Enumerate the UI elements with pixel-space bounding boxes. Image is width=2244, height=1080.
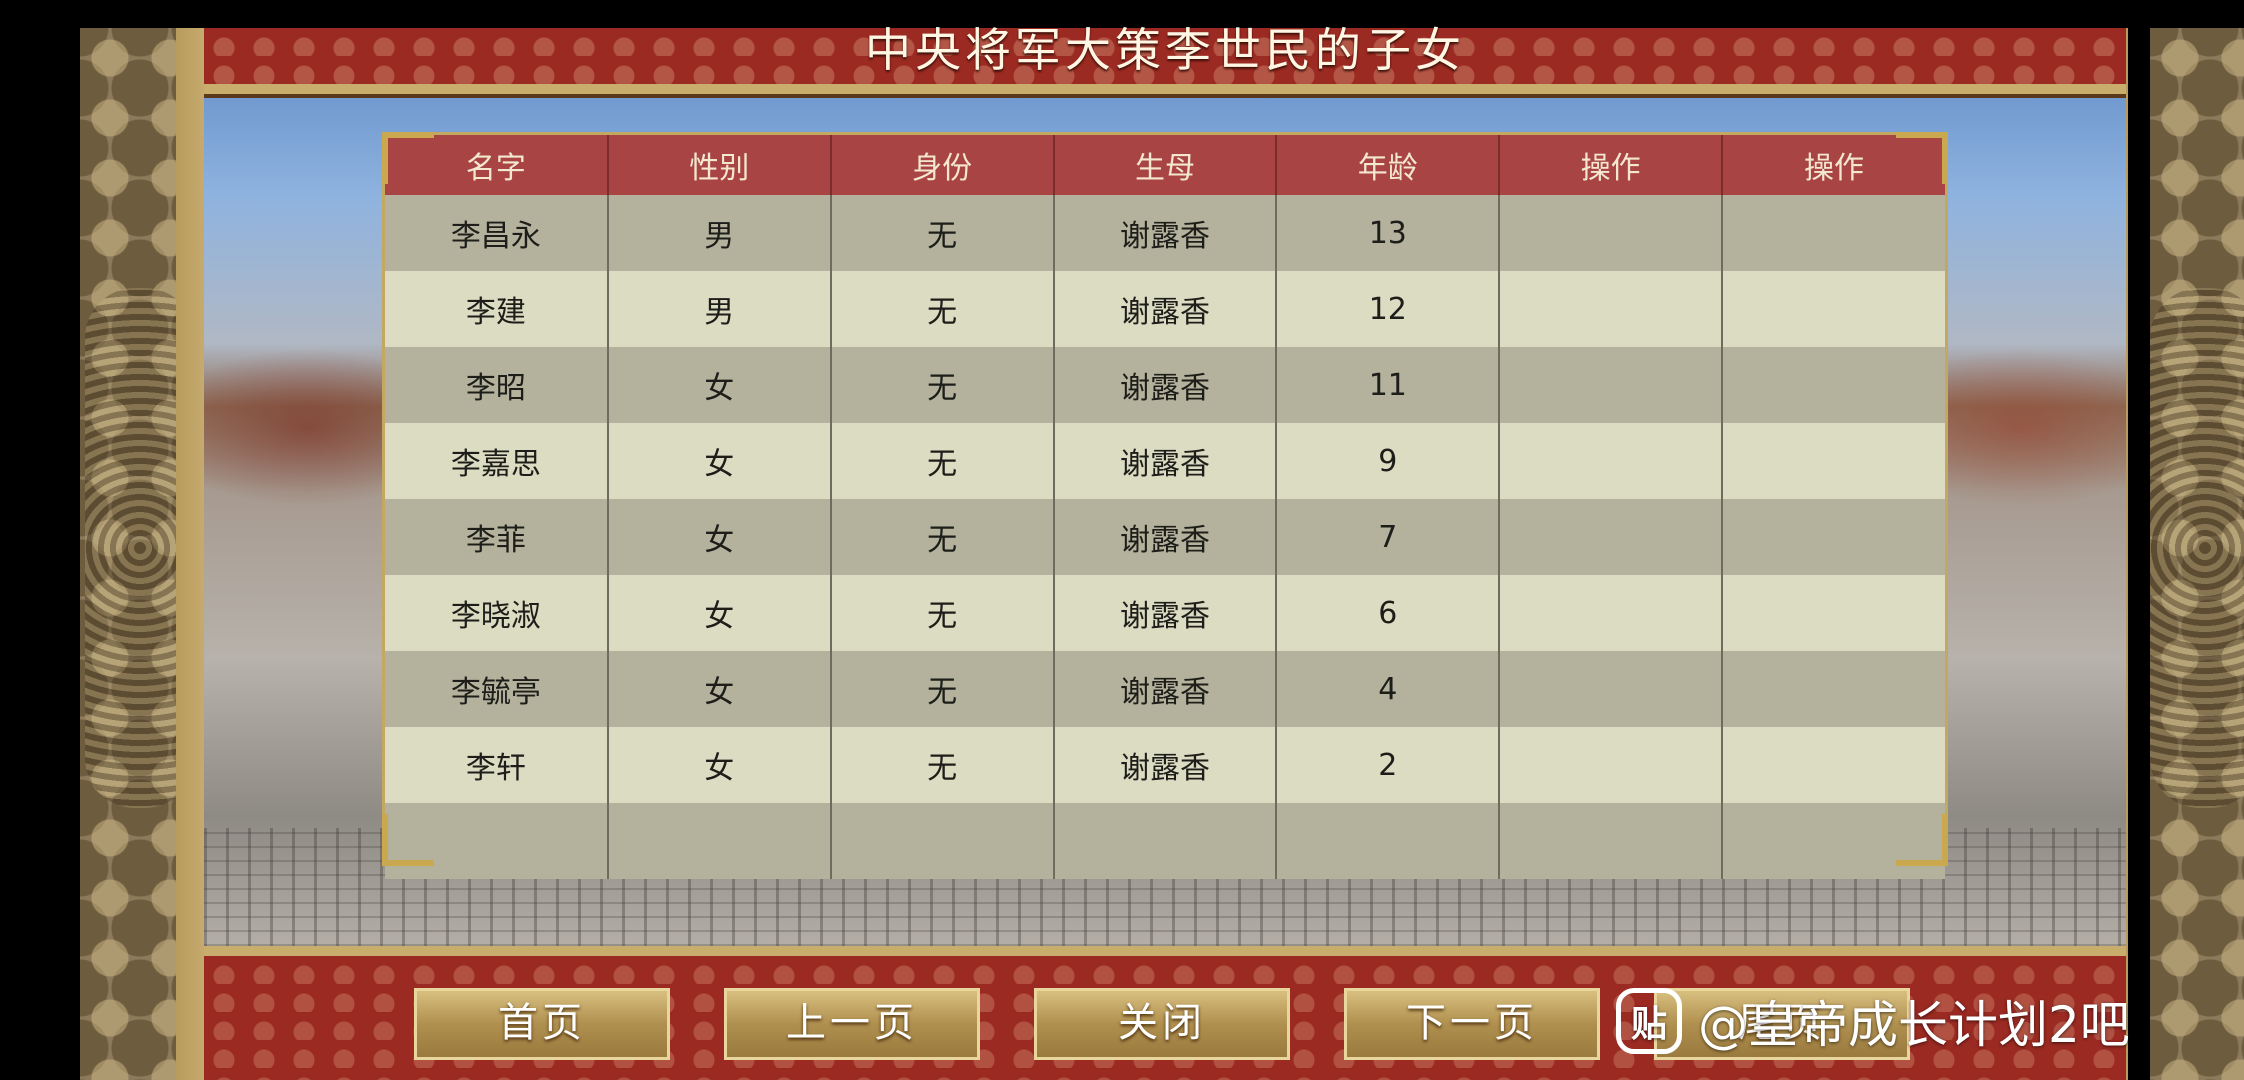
cell-action-1[interactable] xyxy=(1499,195,1724,271)
cell-empty xyxy=(1499,803,1724,879)
cell-empty xyxy=(830,803,1055,879)
page-title: 中央将军大策李世民的子女 xyxy=(865,23,1465,77)
cell-gender: 女 xyxy=(607,651,832,727)
cell-status: 无 xyxy=(830,575,1055,651)
cell-action-1[interactable] xyxy=(1499,651,1724,727)
cell-age: 4 xyxy=(1276,651,1501,727)
cell-age: 6 xyxy=(1276,575,1501,651)
dragon-ornament-icon xyxy=(2150,288,2244,808)
cell-gender: 女 xyxy=(607,727,832,803)
cell-action-1[interactable] xyxy=(1499,271,1724,347)
cell-age: 12 xyxy=(1276,271,1501,347)
cell-name: 李轩 xyxy=(385,727,609,803)
cell-mother: 谢露香 xyxy=(1053,195,1278,271)
column-header-status: 身份 xyxy=(830,135,1055,195)
cell-action-2[interactable] xyxy=(1722,499,1945,575)
cell-action-2[interactable] xyxy=(1722,347,1945,423)
cell-action-2[interactable] xyxy=(1722,727,1945,803)
cell-mother: 谢露香 xyxy=(1053,499,1278,575)
cell-gender: 男 xyxy=(607,271,832,347)
cell-empty xyxy=(607,803,832,879)
cell-name: 李毓亭 xyxy=(385,651,609,727)
corner-ornament-icon xyxy=(1896,814,1948,866)
cell-name: 李嘉思 xyxy=(385,423,609,499)
cell-gender: 女 xyxy=(607,423,832,499)
prev-page-button[interactable]: 上一页 xyxy=(724,988,980,1060)
forum-watermark: 贴 @皇帝成长计划2吧 xyxy=(1616,984,2130,1058)
cell-gender: 女 xyxy=(607,575,832,651)
cell-gender: 女 xyxy=(607,499,832,575)
cell-action-1[interactable] xyxy=(1499,423,1724,499)
cell-status: 无 xyxy=(830,499,1055,575)
cell-name: 李昭 xyxy=(385,347,609,423)
cell-mother: 谢露香 xyxy=(1053,575,1278,651)
column-header-gender: 性别 xyxy=(607,135,832,195)
first-page-button[interactable]: 首页 xyxy=(414,988,670,1060)
column-header-action-1: 操作 xyxy=(1499,135,1724,195)
close-button[interactable]: 关闭 xyxy=(1034,988,1290,1060)
table-row[interactable]: 李毓亭 女 无 谢露香 4 xyxy=(385,651,1945,727)
table-row[interactable]: 李昌永 男 无 谢露香 13 xyxy=(385,195,1945,271)
corner-ornament-icon xyxy=(1896,132,1948,184)
cell-name: 李建 xyxy=(385,271,609,347)
cell-empty xyxy=(1276,803,1501,879)
next-page-button[interactable]: 下一页 xyxy=(1344,988,1600,1060)
column-header-mother: 生母 xyxy=(1053,135,1278,195)
cell-age: 7 xyxy=(1276,499,1501,575)
table-header-row: 名字 性别 身份 生母 年龄 操作 操作 xyxy=(385,135,1945,195)
table-row[interactable]: 李昭 女 无 谢露香 11 xyxy=(385,347,1945,423)
table-row[interactable]: 李晓淑 女 无 谢露香 6 xyxy=(385,575,1945,651)
table-row[interactable]: 李建 男 无 谢露香 12 xyxy=(385,271,1945,347)
cell-mother: 谢露香 xyxy=(1053,651,1278,727)
cell-name: 李晓淑 xyxy=(385,575,609,651)
children-table: 名字 性别 身份 生母 年龄 操作 操作 李昌永 男 无 谢露香 13 李建 男 xyxy=(385,135,1945,879)
right-decorative-panel xyxy=(2150,28,2244,1080)
cell-age: 9 xyxy=(1276,423,1501,499)
cell-action-1[interactable] xyxy=(1499,347,1724,423)
cell-action-2[interactable] xyxy=(1722,271,1945,347)
cell-action-1[interactable] xyxy=(1499,727,1724,803)
cell-action-1[interactable] xyxy=(1499,575,1724,651)
corner-ornament-icon xyxy=(382,814,434,866)
cell-mother: 谢露香 xyxy=(1053,727,1278,803)
cell-action-2[interactable] xyxy=(1722,195,1945,271)
cell-action-2[interactable] xyxy=(1722,423,1945,499)
table-row[interactable]: 李嘉思 女 无 谢露香 9 xyxy=(385,423,1945,499)
cell-status: 无 xyxy=(830,423,1055,499)
cell-mother: 谢露香 xyxy=(1053,347,1278,423)
cell-name: 李昌永 xyxy=(385,195,609,271)
cell-status: 无 xyxy=(830,347,1055,423)
cell-status: 无 xyxy=(830,727,1055,803)
cell-age: 13 xyxy=(1276,195,1501,271)
cell-action-2[interactable] xyxy=(1722,651,1945,727)
tieba-logo-icon: 贴 xyxy=(1616,988,1682,1054)
cell-status: 无 xyxy=(830,195,1055,271)
cell-empty xyxy=(1053,803,1278,879)
cell-age: 11 xyxy=(1276,347,1501,423)
cell-action-1[interactable] xyxy=(1499,499,1724,575)
cell-gender: 男 xyxy=(607,195,832,271)
table-row[interactable]: 李轩 女 无 谢露香 2 xyxy=(385,727,1945,803)
table-row[interactable]: 李菲 女 无 谢露香 7 xyxy=(385,499,1945,575)
children-table-panel: 名字 性别 身份 生母 年龄 操作 操作 李昌永 男 无 谢露香 13 李建 男 xyxy=(382,132,1948,879)
cell-status: 无 xyxy=(830,271,1055,347)
cell-action-2[interactable] xyxy=(1722,575,1945,651)
cell-mother: 谢露香 xyxy=(1053,423,1278,499)
corner-ornament-icon xyxy=(382,132,434,184)
column-header-age: 年龄 xyxy=(1276,135,1501,195)
table-row-empty xyxy=(385,803,1945,879)
cell-mother: 谢露香 xyxy=(1053,271,1278,347)
cell-gender: 女 xyxy=(607,347,832,423)
watermark-text: @皇帝成长计划2吧 xyxy=(1698,996,2130,1054)
cell-age: 2 xyxy=(1276,727,1501,803)
cell-name: 李菲 xyxy=(385,499,609,575)
cell-status: 无 xyxy=(830,651,1055,727)
